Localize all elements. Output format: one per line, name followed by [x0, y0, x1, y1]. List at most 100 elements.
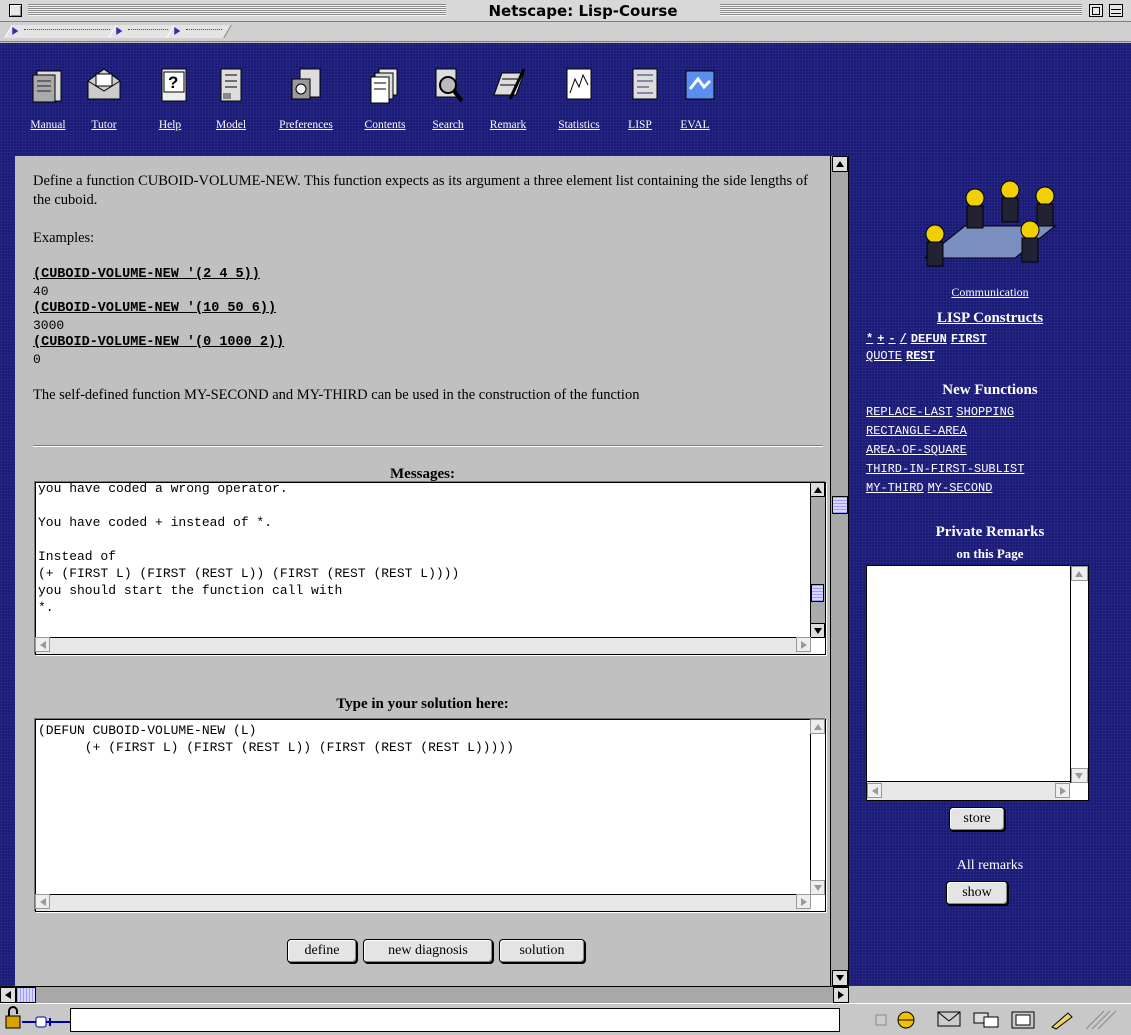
solution-vscroll[interactable]	[810, 719, 825, 895]
lisp-construct-link[interactable]: -	[888, 332, 895, 346]
divider	[33, 445, 823, 447]
new-functions-title: New Functions	[942, 382, 1038, 398]
example-result: 40	[33, 284, 49, 299]
nav-eval[interactable]: EVAL	[680, 65, 715, 145]
close-box-icon[interactable]	[9, 4, 22, 17]
scroll-left-icon[interactable]	[867, 783, 882, 798]
remarks-textarea[interactable]	[866, 565, 1089, 801]
remarks-vscroll[interactable]	[1070, 566, 1088, 783]
example-result: 3000	[33, 318, 65, 333]
define-button[interactable]: define	[287, 939, 357, 963]
window-hscroll[interactable]	[0, 986, 849, 1003]
nav-remark[interactable]: Remark	[480, 65, 536, 145]
scroll-left-icon[interactable]	[35, 894, 50, 909]
messages-pane[interactable]: you have coded a wrong operator. You hav…	[35, 481, 826, 655]
main-vscroll[interactable]	[830, 156, 849, 986]
nav-tutor[interactable]: Tutor	[84, 65, 124, 145]
expand-triangle-icon	[12, 27, 19, 35]
scroll-left-icon[interactable]	[35, 637, 50, 652]
scroll-thumb[interactable]	[832, 496, 848, 514]
nav-preferences[interactable]: Preferences	[271, 65, 341, 145]
svg-text:?: ?	[168, 73, 178, 92]
scroll-down-icon[interactable]	[810, 880, 825, 895]
contents-icon	[365, 65, 405, 105]
scroll-up-icon[interactable]	[810, 719, 825, 734]
store-button[interactable]: store	[949, 807, 1005, 831]
private-remarks-title: Private Remarks	[935, 524, 1045, 540]
communication-link[interactable]: Communication	[849, 166, 1131, 300]
new-function-link[interactable]: AREA-OF-SQUARE	[866, 443, 967, 457]
lisp-construct-link[interactable]: REST	[906, 349, 935, 363]
nav-statistics[interactable]: Statistics	[548, 65, 610, 145]
scroll-thumb[interactable]	[16, 987, 36, 1003]
zoom-box-icon[interactable]	[1089, 4, 1103, 17]
communication-label[interactable]: Communication	[849, 285, 1131, 300]
nav-search[interactable]: Search	[424, 65, 472, 145]
solution-editor[interactable]: (DEFUN CUBOID-VOLUME-NEW (L) (+ (FIRST L…	[35, 719, 826, 912]
task-text: Define a function CUBOID-VOLUME-NEW. Thi…	[33, 172, 825, 405]
left-margin	[0, 156, 15, 986]
scroll-down-icon[interactable]	[1071, 768, 1088, 783]
messages-hscroll[interactable]	[35, 637, 811, 654]
nav-label: Remark	[489, 119, 527, 131]
nav-help[interactable]: ? Help	[154, 65, 187, 145]
lisp-icon	[625, 65, 665, 105]
nav-lisp[interactable]: LISP	[625, 65, 658, 145]
solution-text[interactable]: (DEFUN CUBOID-VOLUME-NEW (L) (+ (FIRST L…	[38, 722, 809, 893]
new-function-link[interactable]: RECTANGLE-AREA	[866, 424, 967, 438]
solution-label: Type in your solution here:	[336, 696, 509, 712]
scroll-right-icon[interactable]	[1055, 783, 1070, 798]
all-remarks-label: All remarks	[956, 858, 1024, 873]
lisp-construct-link[interactable]: *	[866, 332, 873, 346]
nav-contents[interactable]: Contents	[354, 65, 416, 145]
messages-vscroll[interactable]	[810, 482, 825, 638]
show-button[interactable]: show	[946, 881, 1008, 905]
examples-list: (CUBOID-VOLUME-NEW '(2 4 5)) 40 (CUBOID-…	[33, 265, 825, 367]
scroll-up-icon[interactable]	[810, 482, 825, 497]
example-call[interactable]: (CUBOID-VOLUME-NEW '(10 50 6))	[33, 299, 825, 318]
scroll-down-icon[interactable]	[810, 623, 825, 638]
scroll-left-icon[interactable]	[0, 987, 16, 1003]
examples-label: Examples:	[33, 230, 95, 246]
scroll-up-icon[interactable]	[1071, 566, 1088, 581]
nav-label: LISP	[628, 119, 652, 131]
new-function-link[interactable]: MY-THIRD	[866, 481, 924, 495]
nav-manual[interactable]: Manual	[28, 65, 68, 145]
new-function-link[interactable]: REPLACE-LAST	[866, 405, 952, 419]
navigator-icon	[897, 1011, 915, 1029]
scroll-right-icon[interactable]	[796, 637, 811, 652]
nav-label: Search	[432, 119, 464, 131]
scroll-down-icon[interactable]	[832, 970, 848, 986]
new-diagnosis-button[interactable]: new diagnosis	[363, 939, 493, 963]
toolbar-tab[interactable]	[166, 25, 232, 38]
resize-grip-icon	[1085, 1010, 1117, 1030]
scroll-thumb[interactable]	[811, 584, 824, 602]
scroll-up-icon[interactable]	[832, 156, 848, 172]
title-stripes	[720, 4, 1082, 16]
remarks-text[interactable]	[870, 569, 1069, 780]
window-title-bar[interactable]: Netscape: Lisp-Course	[0, 0, 1131, 22]
collapse-box-icon[interactable]	[1109, 4, 1123, 17]
lisp-construct-link[interactable]: QUOTE	[866, 349, 902, 363]
nav-label: Statistics	[558, 119, 600, 131]
title-stripes	[28, 4, 446, 16]
lisp-construct-link[interactable]: /	[900, 332, 907, 346]
remark-icon	[488, 65, 528, 105]
remarks-hscroll[interactable]	[867, 781, 1070, 800]
lisp-constructs-title[interactable]: LISP Constructs	[849, 310, 1131, 327]
example-call[interactable]: (CUBOID-VOLUME-NEW '(2 4 5))	[33, 265, 825, 284]
new-function-link[interactable]: THIRD-IN-FIRST-SUBLIST	[866, 462, 1024, 476]
lisp-construct-link[interactable]: DEFUN	[911, 332, 947, 346]
help-icon: ?	[154, 65, 194, 105]
solution-button[interactable]: solution	[499, 939, 585, 963]
lisp-construct-link[interactable]: FIRST	[951, 332, 987, 346]
example-call[interactable]: (CUBOID-VOLUME-NEW '(0 1000 2))	[33, 333, 825, 352]
new-function-link[interactable]: SHOPPING	[956, 405, 1014, 419]
scroll-right-icon[interactable]	[833, 987, 849, 1003]
solution-hscroll[interactable]	[35, 894, 811, 911]
new-function-link[interactable]: MY-SECOND	[928, 481, 993, 495]
lisp-construct-link[interactable]: +	[877, 332, 884, 346]
toolbar-tab[interactable]	[4, 25, 120, 38]
nav-model[interactable]: Model	[211, 65, 251, 145]
scroll-right-icon[interactable]	[796, 894, 811, 909]
